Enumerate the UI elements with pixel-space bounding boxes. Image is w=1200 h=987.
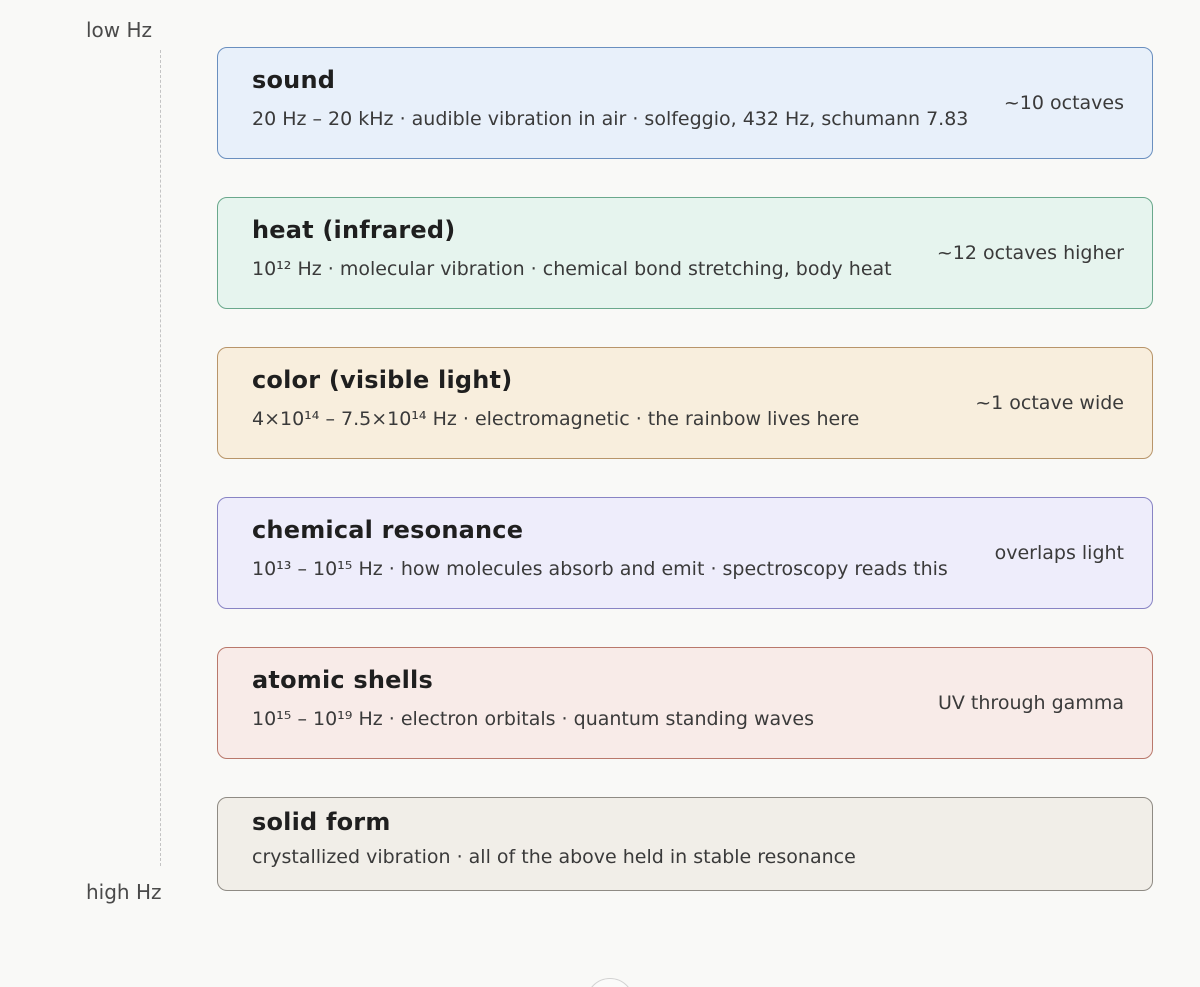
axis-high-label: high Hz bbox=[86, 880, 162, 904]
band-note: ~10 octaves bbox=[1003, 92, 1124, 114]
band-atomic-shells: atomic shells 10¹⁵ – 10¹⁹ Hz · electron … bbox=[217, 647, 1153, 759]
band-note: overlaps light bbox=[994, 542, 1124, 564]
band-title: heat (infrared) bbox=[252, 216, 456, 244]
band-color: color (visible light) 4×10¹⁴ – 7.5×10¹⁴ … bbox=[217, 347, 1153, 459]
frequency-diagram: low Hz high Hz sound 20 Hz – 20 kHz · au… bbox=[0, 0, 1200, 987]
band-title: chemical resonance bbox=[252, 516, 524, 544]
band-solid-form: solid form crystallized vibration · all … bbox=[217, 797, 1153, 891]
scroll-indicator[interactable] bbox=[586, 978, 634, 987]
band-title: sound bbox=[252, 66, 336, 94]
band-description: 10¹² Hz · molecular vibration · chemical… bbox=[252, 258, 892, 280]
band-note: UV through gamma bbox=[937, 692, 1124, 714]
band-sound: sound 20 Hz – 20 kHz · audible vibration… bbox=[217, 47, 1153, 159]
band-title: atomic shells bbox=[252, 666, 433, 694]
band-description: 4×10¹⁴ – 7.5×10¹⁴ Hz · electromagnetic ·… bbox=[252, 408, 860, 430]
band-description: 10¹⁵ – 10¹⁹ Hz · electron orbitals · qua… bbox=[252, 708, 814, 730]
band-chemical-resonance: chemical resonance 10¹³ – 10¹⁵ Hz · how … bbox=[217, 497, 1153, 609]
band-note: ~1 octave wide bbox=[975, 392, 1124, 414]
band-description: 20 Hz – 20 kHz · audible vibration in ai… bbox=[252, 108, 969, 130]
frequency-axis-line bbox=[160, 50, 161, 866]
band-description: 10¹³ – 10¹⁵ Hz · how molecules absorb an… bbox=[252, 558, 948, 580]
band-heat: heat (infrared) 10¹² Hz · molecular vibr… bbox=[217, 197, 1153, 309]
axis-low-label: low Hz bbox=[86, 18, 153, 42]
band-title: color (visible light) bbox=[252, 366, 513, 394]
band-note: ~12 octaves higher bbox=[936, 242, 1124, 264]
band-title: solid form bbox=[252, 808, 391, 836]
band-description: crystallized vibration · all of the abov… bbox=[252, 846, 856, 868]
